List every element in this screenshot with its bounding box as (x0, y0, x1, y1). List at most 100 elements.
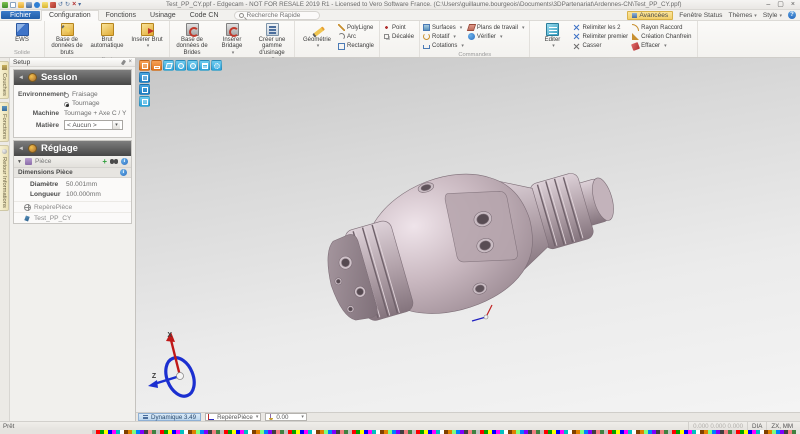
base-donnees-bruts-button[interactable]: Base de données de bruts (47, 22, 87, 56)
radio-fraisage-control[interactable] (64, 93, 69, 98)
search-input[interactable] (247, 12, 311, 19)
reglage-card: ◄ Réglage ▼ Pièce + Dimensions Pièce Dia… (13, 140, 132, 224)
piece-row[interactable]: ▼ Pièce + (14, 156, 131, 168)
themes-button[interactable]: Thèmes (728, 12, 756, 19)
machine-display-icon[interactable] (151, 60, 162, 71)
add-piece-icon[interactable]: + (102, 158, 107, 166)
dynamique-zoom-button[interactable]: Dynamique 3.49 (138, 413, 201, 421)
view-plane-icon[interactable] (163, 60, 174, 71)
tree-item-repere-piece[interactable]: RepèrePièce (14, 201, 131, 212)
maximize-button[interactable]: ▢ (777, 1, 784, 9)
view-tree-icon[interactable] (175, 60, 186, 71)
help-icon[interactable] (788, 11, 796, 19)
new-file-icon[interactable] (10, 2, 16, 8)
repere-dropdown-icon[interactable]: ▾ (256, 414, 259, 420)
angle-dropdown-icon[interactable]: ▾ (301, 414, 304, 420)
open-file-icon[interactable] (18, 2, 24, 8)
undo-icon[interactable]: ↺ (58, 2, 63, 8)
dimensions-info-icon[interactable] (120, 169, 127, 176)
tab-usinage[interactable]: Usinage (143, 10, 183, 20)
reglage-header[interactable]: ◄ Réglage (14, 141, 131, 156)
fixture-database-icon (186, 23, 199, 36)
casser-button[interactable]: Casser (573, 42, 628, 51)
rotatif-button[interactable]: Rotatif (423, 32, 464, 41)
relimiter-les-2-button[interactable]: Relimiter les 2 (573, 23, 628, 32)
units-indicator[interactable]: ZX, MM (766, 422, 797, 430)
point-icon (383, 24, 390, 31)
effacer-button[interactable]: Effacer (632, 42, 691, 51)
panel-close-icon[interactable]: × (128, 59, 132, 65)
pin-icon[interactable] (121, 59, 126, 65)
side-tab-couches[interactable]: Couches (0, 61, 9, 99)
tab-code-cn[interactable]: Code CN (183, 10, 226, 20)
piece-info-icon[interactable] (121, 158, 128, 165)
minimize-button[interactable]: – (766, 1, 770, 9)
annotate-icon[interactable] (42, 2, 48, 8)
polyligne-button[interactable]: PolyLigne (338, 23, 374, 32)
surfaces-button[interactable]: Surfaces (423, 23, 464, 32)
palette-color[interactable] (792, 430, 796, 434)
arc-button[interactable]: Arc (338, 32, 374, 41)
redo-icon[interactable]: ↻ (65, 2, 70, 8)
find-icon[interactable] (110, 159, 118, 164)
decalee-button[interactable]: Décalée (383, 32, 414, 41)
creer-gamme-usinage-button[interactable]: Créer une gamme d'usinage (252, 22, 292, 62)
style-button[interactable]: Style (763, 12, 782, 19)
wireframe-view-icon[interactable] (139, 84, 150, 95)
ribbon-group-commandes: Surfaces Rotatif Cotations Plans de trav… (420, 21, 530, 57)
relimiter-premier-button[interactable]: Relimiter premier (573, 32, 628, 41)
matiere-dropdown-icon[interactable]: ▾ (112, 121, 120, 129)
inserer-brut-button[interactable]: Insérer Brut (127, 22, 167, 49)
insert-stock-icon (141, 23, 154, 36)
pan-icon[interactable] (211, 60, 222, 71)
piece-collapse-icon[interactable]: ▼ (17, 159, 22, 165)
cotations-button[interactable]: Cotations (423, 42, 464, 51)
group-label-solide: Solide (2, 49, 42, 57)
point-button[interactable]: Point (383, 23, 414, 32)
plans-de-travail-button[interactable]: Plans de travail (468, 23, 525, 32)
session-header[interactable]: ◄ Session (14, 70, 131, 85)
verifier-button[interactable]: Vérifier (468, 32, 525, 41)
geometrie-button[interactable]: Géométrie (297, 22, 337, 49)
radio-fraisage[interactable]: Fraisage (64, 91, 100, 98)
view-list-icon[interactable] (199, 60, 210, 71)
side-tab-fonctions[interactable]: Fonctions (0, 102, 9, 142)
session-collapse-icon[interactable]: ◄ (18, 75, 24, 81)
brush-icon[interactable] (50, 2, 56, 8)
reglage-collapse-icon[interactable]: ◄ (18, 146, 24, 152)
shaded-view-icon[interactable] (139, 72, 150, 83)
close-document-icon[interactable]: × (72, 2, 76, 8)
matiere-label: Matière (18, 122, 64, 129)
stock-display-icon[interactable] (139, 60, 150, 71)
angle-dropdown[interactable]: 0.00 ▾ (265, 413, 307, 421)
creation-chanfrein-button[interactable]: Création Chanfrein (632, 32, 691, 41)
brut-automatique-button[interactable]: Brut automatique (87, 22, 127, 50)
side-tab-retour-informations[interactable]: Retour Informations (0, 145, 9, 211)
avancees-button[interactable]: Avancées (627, 11, 673, 20)
zoom-window-icon[interactable] (187, 60, 198, 71)
tab-fonctions[interactable]: Fonctions (99, 10, 143, 20)
repere-dropdown[interactable]: RepèrePièce ▾ (205, 413, 261, 421)
inserer-bridage-button[interactable]: Insérer Bridage (212, 22, 252, 56)
radio-tournage[interactable]: Tournage (64, 100, 100, 107)
tab-fichier[interactable]: Fichier (1, 11, 40, 19)
tab-configuration[interactable]: Configuration (41, 10, 99, 21)
menu-icon (143, 415, 148, 419)
info-icon[interactable] (34, 2, 40, 8)
part-3d-model[interactable] (296, 140, 641, 340)
matiere-select[interactable]: < Aucun > ▾ (64, 120, 123, 130)
rayon-raccord-button[interactable]: Rayon Raccord (632, 23, 691, 32)
tree-item-test-pp-cy[interactable]: Test_PP_CY (14, 212, 131, 223)
rectangle-button[interactable]: Rectangle (338, 42, 374, 51)
dia-mode-indicator[interactable]: DIA (747, 422, 766, 430)
radio-tournage-control[interactable] (64, 102, 69, 107)
translucent-view-icon[interactable] (139, 96, 150, 107)
graphics-viewport[interactable]: X Z (136, 58, 800, 412)
quick-search-box[interactable] (234, 11, 320, 20)
ews-button[interactable]: EWS (2, 22, 42, 43)
close-button[interactable]: × (791, 1, 795, 9)
fenetre-status-button[interactable]: Fenêtre Status (679, 12, 722, 19)
editer-button[interactable]: Éditer (532, 22, 572, 49)
base-donnees-brides-button[interactable]: Base de données de Brides (172, 22, 212, 56)
save-icon[interactable] (26, 2, 32, 8)
